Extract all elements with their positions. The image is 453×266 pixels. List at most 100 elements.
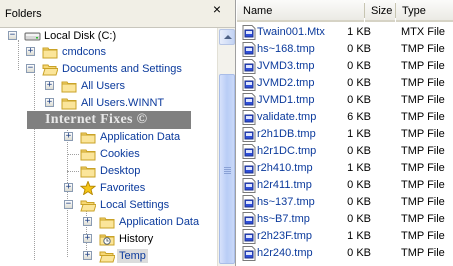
tree-node-label: Temp xyxy=(117,249,148,263)
history-folder-icon xyxy=(99,234,115,246)
column-header-label: Size xyxy=(371,5,393,17)
file-type: MTX File xyxy=(401,26,445,38)
file-row[interactable]: validate.tmp 6 KB TMP File xyxy=(237,109,453,126)
file-name: JVMD3.tmp xyxy=(257,60,315,72)
file-row[interactable]: h2r411.tmp 0 KB TMP File xyxy=(237,177,453,194)
tree-line xyxy=(67,154,79,155)
file-size: 0 KB xyxy=(347,247,371,259)
file-row[interactable]: r2h1DB.tmp 1 KB TMP File xyxy=(237,126,453,143)
file-row[interactable]: r2h410.tmp 1 KB TMP File xyxy=(237,160,453,177)
file-icon xyxy=(242,59,256,74)
file-type: TMP File xyxy=(401,77,445,89)
open-folder-icon xyxy=(80,200,96,212)
folder-icon xyxy=(80,132,96,144)
collapse-button[interactable]: − xyxy=(8,31,17,40)
expand-button[interactable]: + xyxy=(64,132,73,141)
tree-line xyxy=(34,74,35,260)
file-row[interactable]: JVMD1.tmp 0 KB TMP File xyxy=(237,92,453,109)
expand-button[interactable]: + xyxy=(45,81,54,90)
file-row[interactable]: Twain001.Mtx 1 KB MTX File xyxy=(237,24,453,41)
column-header-name[interactable]: Name xyxy=(237,0,364,22)
expand-button[interactable]: + xyxy=(83,234,92,243)
folder-icon xyxy=(80,149,96,161)
file-row[interactable]: h2r240.tmp 0 KB TMP File xyxy=(237,245,453,262)
file-size: 1 KB xyxy=(347,162,371,174)
file-name: h2r411.tmp xyxy=(257,179,312,191)
watermark-banner: Internet Fixes © xyxy=(27,111,191,129)
collapse-button[interactable]: − xyxy=(26,64,35,73)
file-type: TMP File xyxy=(401,230,445,242)
tree-node-label: cmdcons xyxy=(62,46,107,58)
scrollbar-grip xyxy=(224,171,231,172)
column-header-type[interactable]: Type xyxy=(396,0,453,22)
file-icon xyxy=(242,212,256,227)
file-type: TMP File xyxy=(401,162,445,174)
file-name: hs~168.tmp xyxy=(257,43,315,55)
file-type: TMP File xyxy=(401,247,445,259)
file-size: 0 KB xyxy=(347,94,371,106)
folder-icon xyxy=(99,217,115,229)
file-type: TMP File xyxy=(401,128,445,140)
file-name: JVMD1.tmp xyxy=(257,94,315,106)
file-type: TMP File xyxy=(401,196,445,208)
file-size: 0 KB xyxy=(347,145,371,157)
file-name: r2h1DB.tmp xyxy=(257,128,316,140)
tree-line xyxy=(67,171,79,172)
scrollbar-thumb[interactable] xyxy=(219,74,235,264)
file-name: hs~137.tmp xyxy=(257,196,315,208)
file-name: r2h23F.tmp xyxy=(257,230,313,242)
file-size: 0 KB xyxy=(347,77,371,89)
folder-icon xyxy=(80,166,96,178)
tree-node-label: Desktop xyxy=(100,165,141,177)
column-header-label: Type xyxy=(402,5,426,17)
file-name: validate.tmp xyxy=(257,111,317,123)
file-name: h2r1DC.tmp xyxy=(257,145,317,157)
file-row[interactable]: JVMD2.tmp 0 KB TMP File xyxy=(237,75,453,92)
scroll-up-arrow-icon[interactable] xyxy=(219,29,235,45)
tree-node-label: Application Data xyxy=(119,216,200,228)
file-row[interactable]: r2h23F.tmp 1 KB TMP File xyxy=(237,228,453,245)
folder-icon xyxy=(61,81,77,93)
expand-button[interactable]: + xyxy=(45,98,54,107)
file-size: 0 KB xyxy=(347,179,371,191)
folder-tree: − Local Disk (C:) + cmdcons − Documents … xyxy=(0,28,217,266)
file-type: TMP File xyxy=(401,179,445,191)
file-row[interactable]: h2r1DC.tmp 0 KB TMP File xyxy=(237,143,453,160)
folder-icon xyxy=(61,98,77,110)
folder-icon xyxy=(42,47,58,59)
file-row[interactable]: JVMD3.tmp 0 KB TMP File xyxy=(237,58,453,75)
file-size: 6 KB xyxy=(347,111,371,123)
collapse-button[interactable]: − xyxy=(64,200,73,209)
tree-node-label: History xyxy=(119,233,154,245)
file-icon xyxy=(242,144,256,159)
close-icon[interactable]: × xyxy=(210,2,224,16)
folders-pane: Folders × − Local Disk (C:) + cmdcons − … xyxy=(0,0,236,266)
expand-button[interactable]: + xyxy=(64,183,73,192)
file-size: 0 KB xyxy=(347,213,371,225)
tree-node-label: Local Settings xyxy=(100,199,170,211)
tree-node-label: Documents and Settings xyxy=(62,63,182,75)
tree-line xyxy=(18,40,19,70)
expand-button[interactable]: + xyxy=(83,251,92,260)
file-type: TMP File xyxy=(401,111,445,123)
expand-button[interactable]: + xyxy=(83,217,92,226)
file-icon xyxy=(242,195,256,210)
file-row[interactable]: hs~137.tmp 0 KB TMP File xyxy=(237,194,453,211)
file-type: TMP File xyxy=(401,145,445,157)
file-row[interactable]: hs~168.tmp 0 KB TMP File xyxy=(237,41,453,58)
folder-tree-scrollbar[interactable] xyxy=(217,28,235,266)
scrollbar-grip xyxy=(224,173,231,174)
expand-button[interactable]: + xyxy=(26,47,35,56)
file-row[interactable]: hs~B7.tmp 0 KB TMP File xyxy=(237,211,453,228)
tree-node-label: Favorites xyxy=(100,182,146,194)
file-name: h2r240.tmp xyxy=(257,247,313,259)
file-size: 0 KB xyxy=(347,43,371,55)
column-header-label: Name xyxy=(243,5,273,17)
file-icon xyxy=(242,246,256,261)
tree-node-label: All Users xyxy=(81,80,126,92)
tree-node-label: Cookies xyxy=(100,148,140,160)
file-size: 1 KB xyxy=(347,128,371,140)
file-icon xyxy=(242,25,256,40)
file-icon xyxy=(242,127,256,142)
column-header-size[interactable]: Size xyxy=(365,0,395,22)
